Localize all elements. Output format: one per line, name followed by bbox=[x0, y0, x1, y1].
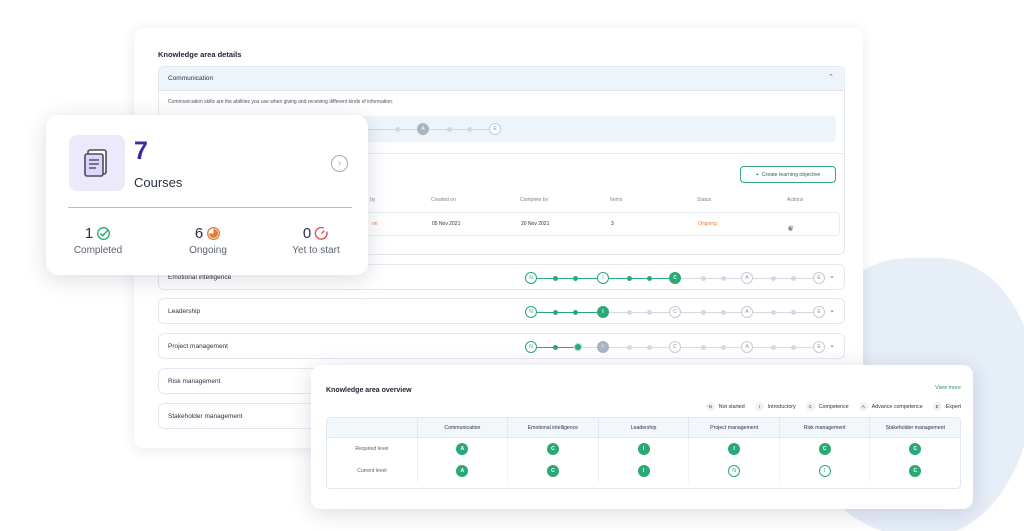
knowledge-area-overview-card: Knowledge area overview View more N Not s… bbox=[311, 365, 973, 509]
chevron-down-icon[interactable]: ⌄ bbox=[829, 341, 835, 349]
overview-table: Communication Emotional intelligence Lea… bbox=[326, 417, 961, 489]
view-more-link[interactable]: View more bbox=[935, 385, 961, 391]
delete-icon[interactable]: 🗑 bbox=[788, 226, 794, 232]
level-node-i: I bbox=[597, 341, 609, 353]
course-book-icon bbox=[69, 135, 125, 191]
chevron-down-icon[interactable]: ⌄ bbox=[829, 272, 835, 280]
level-badge: A bbox=[456, 443, 469, 455]
level-node-e: E bbox=[813, 341, 825, 353]
course-count: 7 bbox=[134, 137, 148, 165]
level-node-e: E bbox=[489, 123, 501, 135]
page-title: Knowledge area details bbox=[158, 50, 242, 59]
level-badge: I bbox=[728, 443, 741, 455]
level-badge: I bbox=[818, 465, 831, 477]
stat-yet-to-start: 0 Yet to start bbox=[292, 225, 340, 256]
course-label: Courses bbox=[134, 175, 183, 190]
level-node-n: N bbox=[525, 272, 537, 284]
level-node-c: C bbox=[669, 341, 681, 353]
table-row: Current level A C I N I C bbox=[327, 460, 960, 482]
level-badge: C bbox=[909, 443, 922, 455]
chevron-right-icon[interactable]: › bbox=[331, 155, 348, 172]
overview-title: Knowledge area overview bbox=[326, 387, 412, 394]
level-badge: N bbox=[728, 465, 741, 477]
level-node-e: E bbox=[813, 272, 825, 284]
level-node-i: I bbox=[597, 272, 609, 284]
level-node-a: A bbox=[417, 123, 429, 135]
chevron-down-icon[interactable]: ⌄ bbox=[829, 306, 835, 314]
courses-summary-card: 7 Courses › 1 Completed 6 Ongoing 0 Yet … bbox=[46, 115, 368, 275]
timer-icon bbox=[314, 226, 328, 240]
accordion-project-management[interactable]: Project management N I C A E ⌄ bbox=[158, 333, 845, 359]
accordion-leadership[interactable]: Leadership N I C A E ⌄ bbox=[158, 298, 845, 324]
create-learning-objective-button[interactable]: + Create learning objective bbox=[740, 166, 836, 183]
level-badge: I bbox=[637, 465, 650, 477]
level-node-c: C bbox=[669, 306, 681, 318]
level-badge: C bbox=[546, 465, 559, 477]
level-node-n: N bbox=[525, 306, 537, 318]
level-badge: I bbox=[637, 443, 650, 455]
level-node-c: C bbox=[669, 272, 681, 284]
progress-pie-icon bbox=[207, 227, 221, 240]
level-node-a: A bbox=[741, 306, 753, 318]
accordion-description: Communication skills are the abilities y… bbox=[168, 99, 394, 105]
level-node-a: A bbox=[741, 341, 753, 353]
check-circle-icon bbox=[97, 227, 111, 240]
accordion-title: Communication bbox=[168, 75, 214, 82]
status-badge: Ongoing bbox=[698, 221, 717, 227]
table-row: Required level A C I I C C bbox=[327, 438, 960, 460]
accordion-header-communication[interactable]: Communication ⌃ bbox=[159, 67, 844, 91]
level-node-i: I bbox=[597, 306, 609, 318]
chevron-up-icon[interactable]: ⌃ bbox=[828, 73, 834, 81]
divider bbox=[68, 207, 352, 208]
level-node-n: N bbox=[525, 341, 537, 353]
stat-ongoing: 6 Ongoing bbox=[189, 225, 227, 256]
plus-icon: + bbox=[755, 171, 759, 178]
level-badge: C bbox=[818, 443, 831, 455]
level-legend: N Not started I Introductory C Competence A… bbox=[705, 402, 961, 411]
level-node-a: A bbox=[741, 272, 753, 284]
level-badge: A bbox=[456, 465, 469, 477]
level-badge: C bbox=[909, 465, 922, 477]
level-badge: C bbox=[546, 443, 559, 455]
table-header: Communication Emotional intelligence Lea… bbox=[327, 418, 960, 438]
level-node-e: E bbox=[813, 306, 825, 318]
stat-completed: 1 Completed bbox=[73, 225, 123, 256]
